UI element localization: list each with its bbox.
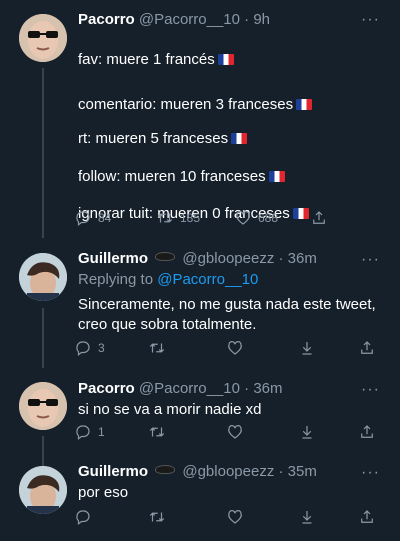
more-options-icon[interactable]: ··· xyxy=(361,11,380,29)
avatar[interactable] xyxy=(19,14,67,62)
tweet-header: Guillermo @gbloopeezz · 35m xyxy=(78,463,317,480)
share-button[interactable] xyxy=(358,508,376,526)
reply-button[interactable]: 84 xyxy=(74,209,111,227)
france-flag-icon xyxy=(217,54,234,65)
handle[interactable]: @Pacorro__10 xyxy=(139,11,240,28)
display-name[interactable]: Guillermo xyxy=(78,250,148,267)
handle[interactable]: @gbloopeezz xyxy=(182,250,274,267)
tweet-actions: 1 xyxy=(74,423,384,443)
reply-button[interactable]: 1 xyxy=(74,423,105,441)
like-count: 688 xyxy=(258,211,279,225)
retweet-icon xyxy=(149,343,165,353)
handle[interactable]: @gbloopeezz xyxy=(182,463,274,480)
more-options-icon[interactable]: ··· xyxy=(361,464,380,482)
timestamp[interactable]: · 36m xyxy=(244,380,282,397)
retweet-button[interactable]: 185 xyxy=(156,209,200,227)
reply-button[interactable] xyxy=(74,508,92,526)
reply-count: 84 xyxy=(98,211,112,225)
tweet-header: Guillermo @gbloopeezz · 36m xyxy=(78,250,317,267)
tweet-header: Pacorro @Pacorro__10 · 9h xyxy=(78,11,270,28)
timestamp[interactable]: · 9h xyxy=(244,11,270,28)
france-flag-icon xyxy=(296,99,313,110)
reply-icon xyxy=(76,510,90,525)
like-button[interactable] xyxy=(226,423,244,441)
retweet-icon xyxy=(157,213,173,223)
tweet-1[interactable]: Pacorro @Pacorro__10 · 9h ··· fav: muere… xyxy=(0,8,400,238)
timestamp[interactable]: · 35m xyxy=(279,463,317,480)
reply-icon xyxy=(76,425,90,440)
text-line: rt: mueren 5 franceses xyxy=(78,129,248,149)
retweet-button[interactable] xyxy=(148,423,166,441)
like-button[interactable] xyxy=(226,508,244,526)
replying-to: Replying to @Pacorro__10 xyxy=(78,271,259,288)
display-name[interactable]: Pacorro xyxy=(78,380,135,397)
france-flag-icon xyxy=(268,171,285,182)
display-name[interactable]: Pacorro xyxy=(78,11,135,28)
reply-icon xyxy=(76,341,90,356)
share-button[interactable] xyxy=(358,339,376,357)
download-icon xyxy=(302,426,312,439)
thread-line xyxy=(42,308,44,368)
display-name[interactable]: Guillermo xyxy=(78,463,148,480)
tweet-3[interactable]: Pacorro @Pacorro__10 · 36m ··· si no se … xyxy=(0,378,400,466)
reply-count: 1 xyxy=(98,425,105,439)
download-icon xyxy=(302,342,312,355)
reply-button[interactable]: 3 xyxy=(74,339,105,357)
download-icon xyxy=(302,511,312,524)
avatar[interactable] xyxy=(19,382,67,430)
timestamp[interactable]: · 36m xyxy=(279,250,317,267)
more-options-icon[interactable]: ··· xyxy=(361,381,380,399)
download-button[interactable] xyxy=(298,508,316,526)
share-button[interactable] xyxy=(358,423,376,441)
tweet-text: Sinceramente, no me gusta nada este twee… xyxy=(78,296,376,333)
like-button[interactable] xyxy=(226,339,244,357)
more-options-icon[interactable]: ··· xyxy=(361,251,380,269)
reply-icon xyxy=(76,211,90,226)
heart-icon xyxy=(228,425,242,439)
retweet-count: 185 xyxy=(180,211,201,225)
retweet-button[interactable] xyxy=(148,339,166,357)
hat-emoji-icon xyxy=(155,252,176,261)
thread-line xyxy=(42,68,44,238)
reply-count: 3 xyxy=(98,341,105,355)
heart-icon xyxy=(236,211,250,225)
tweet-text: por eso xyxy=(78,484,129,501)
thread-line xyxy=(42,436,44,466)
retweet-icon xyxy=(149,512,165,522)
tweet-2[interactable]: Guillermo @gbloopeezz · 36m ··· Replying… xyxy=(0,248,400,368)
tweet-text: si no se va a morir nadie xd xyxy=(78,401,262,418)
share-icon xyxy=(313,211,325,224)
share-icon xyxy=(361,425,373,438)
tweet-header: Pacorro @Pacorro__10 · 36m xyxy=(78,380,283,397)
tweet-actions xyxy=(74,508,384,528)
share-button[interactable] xyxy=(310,209,328,227)
like-button[interactable]: 688 xyxy=(234,209,278,227)
heart-icon xyxy=(228,341,242,355)
retweet-icon xyxy=(149,427,165,437)
share-icon xyxy=(361,510,373,523)
retweet-button[interactable] xyxy=(148,508,166,526)
tweet-actions: 3 xyxy=(74,339,384,359)
avatar[interactable] xyxy=(19,466,67,514)
replying-to-link[interactable]: @Pacorro__10 xyxy=(157,271,258,288)
handle[interactable]: @Pacorro__10 xyxy=(139,380,240,397)
avatar[interactable] xyxy=(19,253,67,301)
share-icon xyxy=(361,341,373,354)
heart-icon xyxy=(228,510,242,524)
tweet-4[interactable]: Guillermo @gbloopeezz · 35m ··· por eso xyxy=(0,463,400,541)
france-flag-icon xyxy=(231,133,248,144)
tweet-actions: 84 185 688 xyxy=(74,209,384,229)
download-button[interactable] xyxy=(298,423,316,441)
text-line: fav: muere 1 francés xyxy=(78,50,234,70)
hat-emoji-icon xyxy=(155,465,176,474)
download-button[interactable] xyxy=(298,339,316,357)
